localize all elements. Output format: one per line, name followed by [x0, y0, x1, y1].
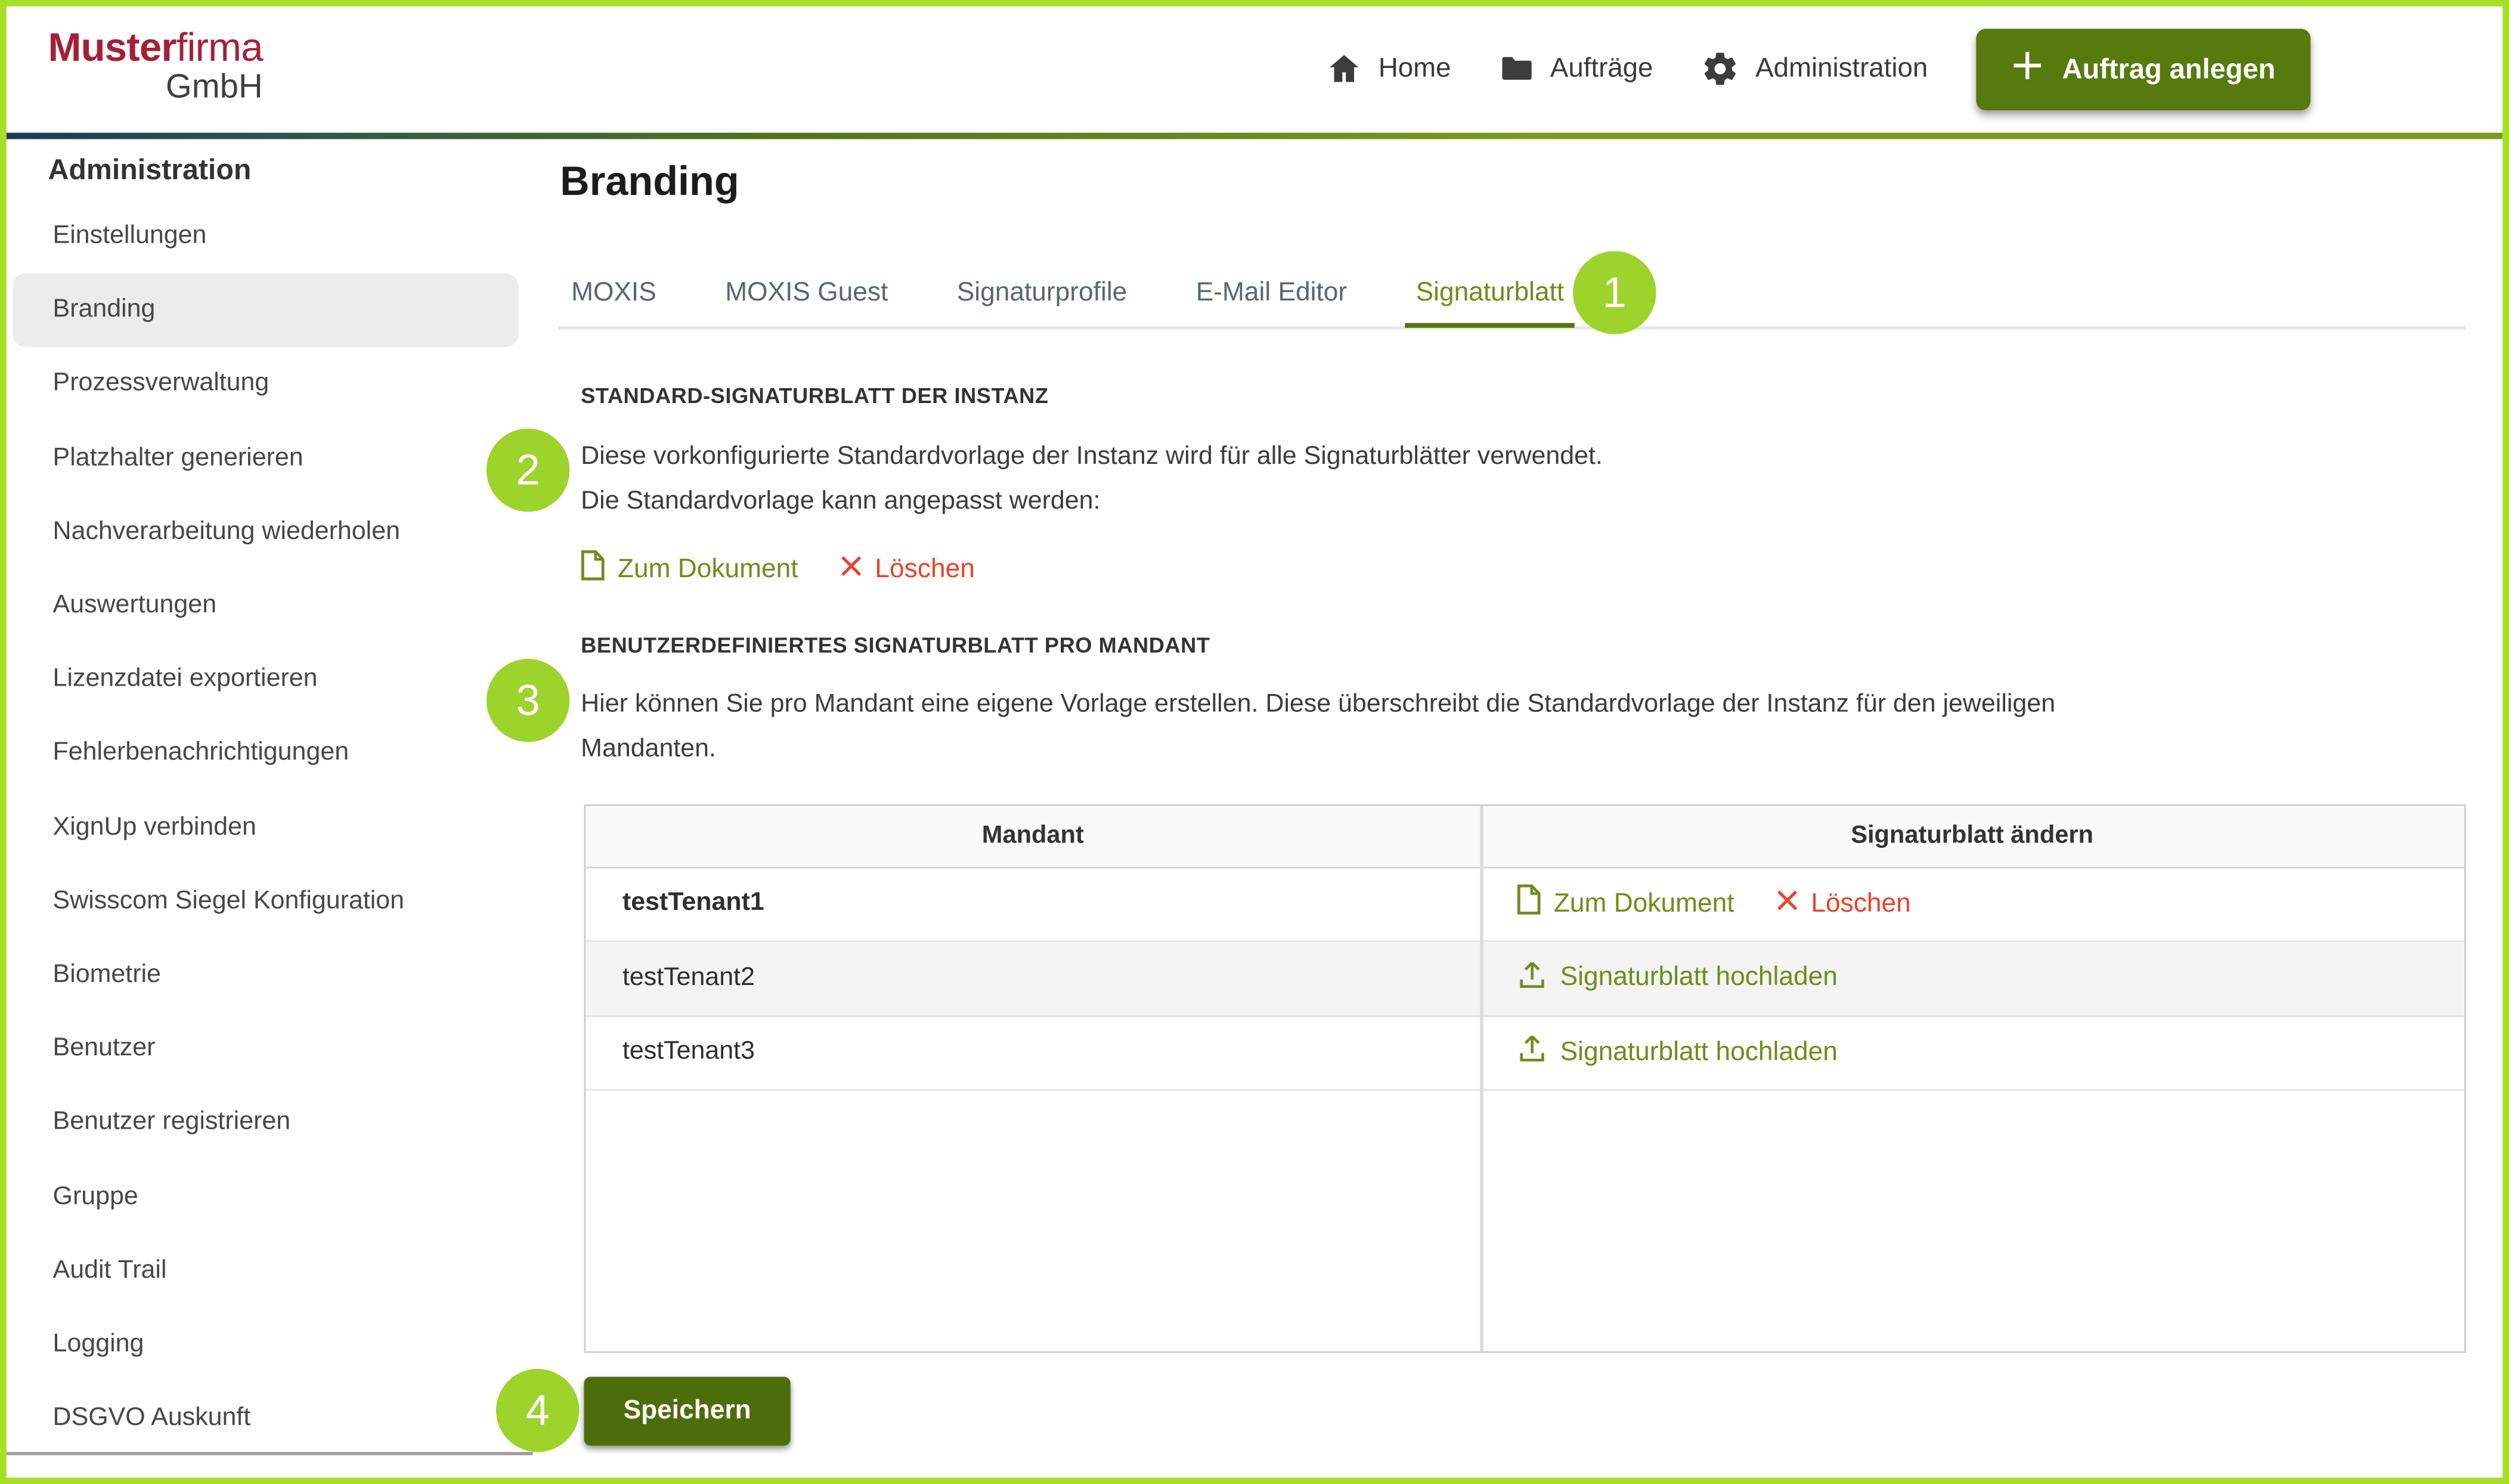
zum-dokument-label: Zum Dokument	[618, 554, 798, 584]
tenant-table: Mandant Signaturblatt ändern testTenant1…	[584, 804, 2466, 1353]
document-icon	[581, 550, 605, 588]
callout-step-2: 2	[487, 429, 570, 512]
sidebar-item-gruppe[interactable]: Gruppe	[13, 1160, 518, 1234]
top-navigation: Home Aufträge Administration Auftrag anl…	[1327, 7, 2310, 131]
standard-section-line1: Diese vorkonfigurierte Standardvorlage d…	[581, 435, 1603, 480]
column-header-mandant: Mandant	[586, 806, 1480, 866]
sidebar-bottom-divider	[7, 1452, 533, 1455]
page-title: Branding	[560, 160, 739, 206]
page-border: Musterfirma GmbH Home Aufträge Administr…	[0, 0, 2509, 1484]
sidebar-item-lizenzdatei-exportieren[interactable]: Lizenzdatei exportieren	[13, 643, 518, 717]
signaturblatt-hochladen-link[interactable]: Signaturblatt hochladen	[1517, 1033, 1838, 1071]
table-row: testTenant3 Signaturblatt hochladen	[586, 1016, 2464, 1090]
create-order-button[interactable]: Auftrag anlegen	[1976, 28, 2310, 110]
tab-email-editor[interactable]: E-Mail Editor	[1185, 269, 1358, 327]
tenant-name: testTenant2	[586, 942, 1480, 1015]
app-window: Musterfirma GmbH Home Aufträge Administr…	[7, 7, 2503, 1478]
tab-moxis[interactable]: MOXIS	[560, 269, 667, 327]
signaturblatt-hochladen-label: Signaturblatt hochladen	[1560, 963, 1838, 993]
standard-section-line2: Die Standardvorlage kann angepasst werde…	[581, 480, 1603, 525]
standard-section-heading: STANDARD-SIGNATURBLATT DER INSTANZ	[581, 384, 1048, 408]
logo-part-regular: firma	[176, 26, 263, 70]
tab-signaturblatt[interactable]: Signaturblatt	[1405, 269, 1575, 327]
logo-line1: Musterfirma	[48, 27, 263, 69]
nav-home-label: Home	[1379, 53, 1451, 85]
upload-icon	[1517, 959, 1547, 997]
nav-home[interactable]: Home	[1327, 51, 1451, 86]
x-icon	[840, 554, 862, 584]
sidebar-title: Administration	[48, 153, 252, 187]
upload-icon	[1517, 1033, 1547, 1071]
standard-section-text: Diese vorkonfigurierte Standardvorlage d…	[581, 435, 1603, 525]
company-logo: Musterfirma GmbH	[48, 27, 263, 106]
table-header-row: Mandant Signaturblatt ändern	[586, 806, 2464, 868]
table-row: testTenant1 Zum Dokument Löschen	[586, 868, 2464, 942]
sidebar-item-logging[interactable]: Logging	[13, 1308, 518, 1381]
custom-section-line2: Mandanten.	[581, 727, 2055, 772]
row-zum-dokument-label: Zum Dokument	[1554, 889, 1734, 919]
sidebar-item-branding[interactable]: Branding	[13, 274, 518, 348]
sidebar-item-einstellungen[interactable]: Einstellungen	[13, 200, 518, 274]
custom-section-heading: BENUTZERDEFINIERTES SIGNATURBLATT PRO MA…	[581, 633, 1210, 657]
standard-section-actions: Zum Dokument Löschen	[581, 547, 975, 591]
nav-administration-label: Administration	[1755, 53, 1928, 85]
sidebar-item-benutzer[interactable]: Benutzer	[13, 1012, 518, 1086]
sidebar-item-audit-trail[interactable]: Audit Trail	[13, 1234, 518, 1308]
header-gradient-divider	[7, 133, 2503, 140]
document-icon	[1517, 885, 1541, 923]
sidebar-item-fehlerbenachrichtigungen[interactable]: Fehlerbenachrichtigungen	[13, 717, 518, 791]
tenant-actions: Signaturblatt hochladen	[1480, 942, 2464, 1015]
logo-part-bold: Muster	[48, 26, 176, 70]
save-button[interactable]: Speichern	[584, 1377, 791, 1445]
column-header-signaturblatt-aendern: Signaturblatt ändern	[1480, 806, 2464, 866]
nav-administration[interactable]: Administration	[1701, 49, 1928, 88]
sidebar-item-auswertungen[interactable]: Auswertungen	[13, 569, 518, 643]
custom-section-text: Hier können Sie pro Mandant eine eigene …	[581, 683, 2055, 772]
sidebar-item-platzhalter-generieren[interactable]: Platzhalter generieren	[13, 422, 518, 495]
callout-step-3: 3	[487, 659, 570, 742]
callout-step-1: 1	[1573, 251, 1656, 334]
sidebar-menu: Einstellungen Branding Prozessverwaltung…	[7, 200, 559, 1455]
folder-icon	[1499, 51, 1534, 86]
sidebar-item-dsgvo-auskunft[interactable]: DSGVO Auskunft	[13, 1381, 518, 1455]
sidebar-item-prozessverwaltung[interactable]: Prozessverwaltung	[13, 348, 518, 422]
plus-icon	[2011, 49, 2043, 89]
nav-auftraege[interactable]: Aufträge	[1499, 51, 1653, 86]
signaturblatt-hochladen-label: Signaturblatt hochladen	[1560, 1037, 1838, 1068]
nav-auftraege-label: Aufträge	[1550, 53, 1653, 85]
branding-tabs: MOXIS MOXIS Guest Signaturprofile E-Mail…	[560, 269, 1575, 327]
signaturblatt-hochladen-link[interactable]: Signaturblatt hochladen	[1517, 959, 1838, 997]
row-zum-dokument-link[interactable]: Zum Dokument	[1517, 885, 1734, 923]
create-order-label: Auftrag anlegen	[2062, 52, 2276, 85]
tenant-actions: Zum Dokument Löschen	[1480, 868, 2464, 940]
gear-icon	[1701, 49, 1739, 88]
tab-moxis-guest[interactable]: MOXIS Guest	[714, 269, 899, 327]
row-loeschen-label: Löschen	[1811, 889, 1910, 919]
sidebar-item-xignup-verbinden[interactable]: XignUp verbinden	[13, 791, 518, 865]
sidebar-item-swisscom-siegel-konfiguration[interactable]: Swisscom Siegel Konfiguration	[13, 865, 518, 938]
tenant-name: testTenant3	[586, 1016, 1480, 1089]
callout-step-4: 4	[496, 1369, 580, 1452]
sidebar-item-benutzer-registrieren[interactable]: Benutzer registrieren	[13, 1086, 518, 1160]
custom-section-line1: Hier können Sie pro Mandant eine eigene …	[581, 683, 2055, 727]
loeschen-label: Löschen	[875, 554, 974, 584]
tenant-actions: Signaturblatt hochladen	[1480, 1016, 2464, 1089]
table-column-divider	[1480, 806, 1482, 1352]
x-icon	[1776, 889, 1798, 919]
sidebar-item-nachverarbeitung-wiederholen[interactable]: Nachverarbeitung wiederholen	[13, 495, 518, 569]
zum-dokument-link[interactable]: Zum Dokument	[581, 550, 798, 588]
tab-signaturprofile[interactable]: Signaturprofile	[946, 269, 1138, 327]
sidebar-item-biometrie[interactable]: Biometrie	[13, 938, 518, 1012]
table-row: testTenant2 Signaturblatt hochladen	[586, 942, 2464, 1017]
screenshot-root: Musterfirma GmbH Home Aufträge Administr…	[0, 0, 2509, 1484]
logo-line2: GmbH	[48, 71, 263, 106]
loeschen-link[interactable]: Löschen	[840, 554, 974, 584]
tenant-name: testTenant1	[586, 868, 1480, 940]
home-icon	[1327, 51, 1362, 86]
row-loeschen-link[interactable]: Löschen	[1776, 889, 1910, 919]
